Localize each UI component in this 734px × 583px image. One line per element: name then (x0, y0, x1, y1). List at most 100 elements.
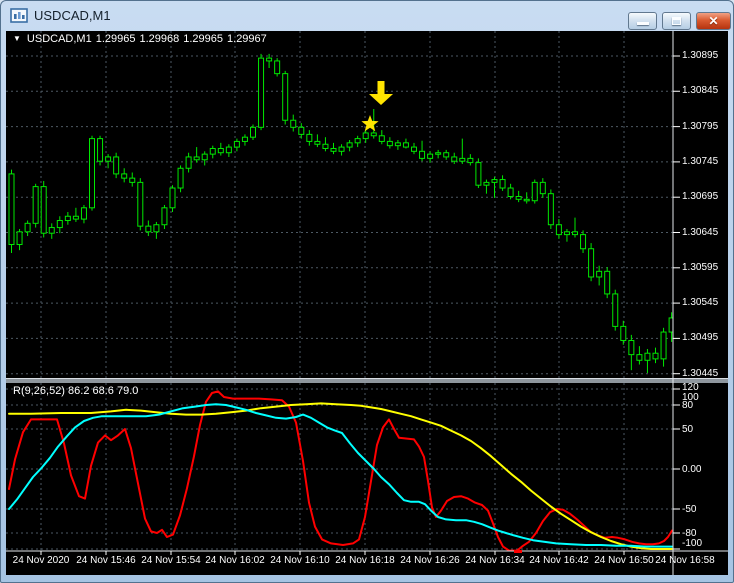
restore-button[interactable] (662, 12, 691, 30)
pane-separator (6, 378, 728, 379)
candle-body (49, 228, 54, 234)
close-button[interactable]: ✕ (696, 12, 731, 30)
candle-body (564, 232, 569, 235)
candle-body (57, 220, 62, 227)
time-axis-label: 24 Nov 16:34 (465, 555, 525, 566)
candle-body (403, 143, 408, 147)
candle-body (65, 216, 70, 220)
candle-body (420, 151, 425, 158)
candle-body (468, 158, 473, 162)
indicator-axis-label: -100 (682, 538, 702, 549)
down-arrow-icon (369, 94, 393, 105)
time-axis-label: 24 Nov 16:26 (400, 555, 460, 566)
candles-layer (9, 54, 674, 373)
cyan-line (9, 404, 672, 546)
candle-body (299, 127, 304, 134)
candle-body (226, 147, 231, 153)
candle-body (371, 133, 376, 136)
chart-legend: ▼USDCAD,M11.299651.299681.299651.29967 (13, 33, 271, 45)
time-axis-label: 24 Nov 16:18 (335, 555, 395, 566)
candle-body (661, 332, 666, 359)
oscillator-layer (9, 391, 672, 550)
candle-body (540, 182, 545, 193)
candle-body (73, 216, 78, 219)
candle-body (621, 326, 626, 340)
candle-body (267, 58, 272, 61)
candle-body (162, 208, 167, 225)
minimize-icon (637, 22, 649, 25)
candle-body (444, 153, 449, 157)
close-icon: ✕ (697, 14, 730, 28)
candle-body (532, 182, 537, 200)
minimize-button[interactable] (628, 12, 657, 30)
indicator-axis-label: -50 (682, 504, 696, 515)
candle-body (81, 208, 86, 219)
chart-app-icon (10, 8, 28, 24)
candle-body (581, 235, 586, 249)
candle-body (234, 141, 239, 147)
candle-body (291, 120, 296, 127)
candle-body (138, 182, 143, 226)
legend-low: 1.29965 (183, 33, 223, 45)
down-arrow-icon (378, 81, 385, 94)
time-axis-label: 24 Nov 16:58 (655, 555, 715, 566)
candle-body (476, 163, 481, 186)
pane-separator (6, 379, 728, 383)
candle-body (379, 136, 384, 142)
candle-body (106, 157, 111, 161)
candle-body (114, 157, 119, 174)
candle-body (428, 154, 433, 158)
price-axis-label: 1.30545 (682, 297, 718, 308)
candle-body (395, 143, 400, 146)
candle-body (315, 141, 320, 144)
candle-body (597, 271, 602, 277)
candle-body (387, 141, 392, 145)
legend-high: 1.29968 (139, 33, 179, 45)
price-axis-label: 1.30795 (682, 121, 718, 132)
candle-body (412, 147, 417, 151)
price-axis-label: 1.30895 (682, 50, 718, 61)
candle-body (98, 139, 103, 162)
legend-close: 1.29967 (227, 33, 267, 45)
candle-body (130, 178, 135, 182)
candle-body (484, 182, 489, 185)
chart-canvas[interactable] (6, 31, 728, 575)
candle-body (122, 174, 127, 178)
candle-body (613, 294, 618, 326)
indicator-label: R(9,26,52) 86.2 68.6 79.0 (13, 385, 138, 397)
candle-body (218, 148, 223, 152)
legend-open: 1.29965 (96, 33, 136, 45)
time-axis-label: 24 Nov 16:50 (594, 555, 654, 566)
price-axis-label: 1.30845 (682, 85, 718, 96)
candle-body (41, 187, 46, 234)
candle-body (275, 61, 280, 74)
indicator-axis-label: 0.00 (682, 464, 701, 475)
candle-body (202, 154, 207, 160)
candle-body (653, 353, 658, 359)
candle-body (629, 341, 634, 355)
candle-body (492, 180, 497, 183)
legend-symbol: USDCAD,M1 (27, 33, 92, 45)
chart-client-area: ▼USDCAD,M11.299651.299681.299651.29967 R… (6, 31, 728, 575)
candle-body (307, 134, 312, 141)
time-axis-label: 24 Nov 16:02 (205, 555, 265, 566)
candle-body (508, 188, 513, 196)
indicator-values: 86.2 68.6 79.0 (68, 385, 138, 397)
window-titlebar[interactable]: USDCAD,M1 ✕ (1, 1, 733, 31)
candle-body (516, 196, 521, 199)
candle-body (194, 157, 199, 160)
red-axis-mark (514, 550, 522, 553)
candle-body (589, 249, 594, 277)
candle-body (33, 187, 38, 224)
time-axis-label: 24 Nov 16:42 (529, 555, 589, 566)
candle-body (347, 143, 352, 147)
time-axis-label: 24 Nov 15:54 (141, 555, 201, 566)
restore-icon (672, 17, 681, 25)
candle-body (605, 271, 610, 294)
candle-body (637, 355, 642, 361)
candle-body (500, 180, 505, 188)
candle-body (363, 133, 368, 139)
candle-body (436, 153, 441, 155)
price-axis-label: 1.30695 (682, 191, 718, 202)
candle-body (556, 225, 561, 235)
